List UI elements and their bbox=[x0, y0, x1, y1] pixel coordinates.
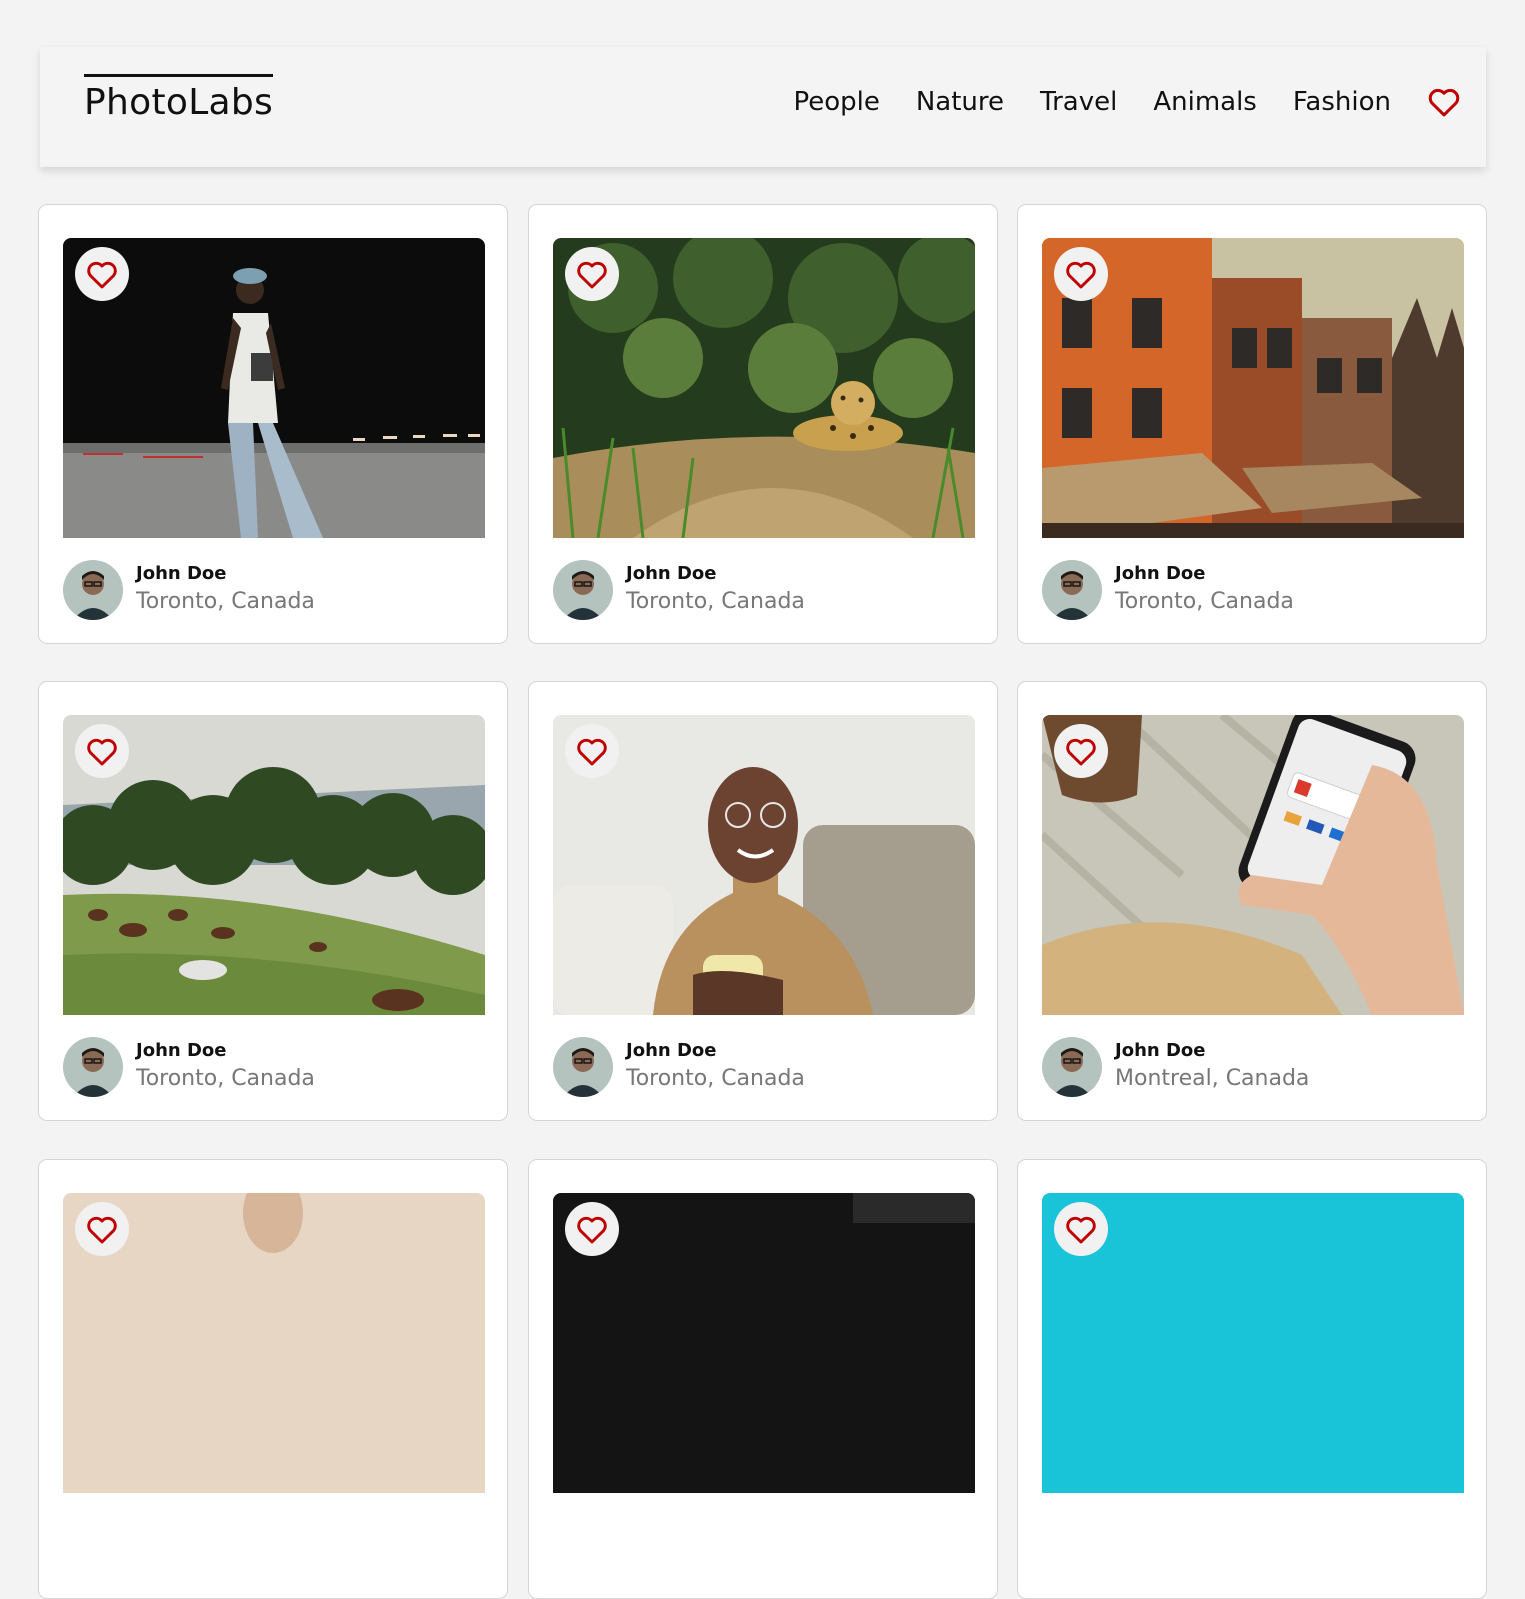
favourite-button[interactable] bbox=[75, 247, 129, 301]
photo-username: John Doe bbox=[136, 1040, 227, 1061]
nav-item-nature[interactable]: Nature bbox=[916, 85, 1004, 119]
favourite-button[interactable] bbox=[565, 724, 619, 778]
photo-location: Toronto, Canada bbox=[626, 1066, 805, 1091]
photo-user-info: John Doe Toronto, Canada bbox=[63, 1037, 315, 1097]
app-logo[interactable]: PhotoLabs bbox=[84, 74, 274, 125]
photo-location: Toronto, Canada bbox=[136, 1066, 315, 1091]
nav-item-fashion[interactable]: Fashion bbox=[1293, 85, 1391, 119]
top-nav-bar: PhotoLabs People Nature Travel Animals F… bbox=[40, 47, 1486, 167]
avatar[interactable] bbox=[553, 560, 613, 620]
photo-username: John Doe bbox=[136, 563, 227, 584]
favourite-button[interactable] bbox=[565, 247, 619, 301]
favourite-button[interactable] bbox=[1054, 724, 1108, 778]
favourite-button[interactable] bbox=[75, 1202, 129, 1256]
photo-image[interactable] bbox=[1042, 715, 1464, 1015]
photo-card[interactable]: John Doe Toronto, Canada bbox=[38, 204, 508, 644]
photo-card[interactable]: John Doe Toronto, Canada bbox=[1017, 204, 1487, 644]
photo-image[interactable] bbox=[553, 715, 975, 1015]
favourite-button[interactable] bbox=[1054, 247, 1108, 301]
photo-username: John Doe bbox=[626, 1040, 717, 1061]
nav-item-travel[interactable]: Travel bbox=[1040, 85, 1117, 119]
photo-location: Toronto, Canada bbox=[626, 589, 805, 614]
favourite-button[interactable] bbox=[565, 1202, 619, 1256]
avatar[interactable] bbox=[553, 1037, 613, 1097]
photo-image[interactable] bbox=[63, 715, 485, 1015]
nav-item-animals[interactable]: Animals bbox=[1153, 85, 1257, 119]
photo-card[interactable]: John Doe Toronto, Canada bbox=[528, 681, 998, 1121]
photo-user-info: John Doe Montreal, Canada bbox=[1042, 1037, 1309, 1097]
photo-image[interactable] bbox=[63, 1193, 485, 1493]
photo-user-info: John Doe Toronto, Canada bbox=[553, 1037, 805, 1097]
heart-icon bbox=[1066, 261, 1096, 288]
avatar[interactable] bbox=[63, 1037, 123, 1097]
photo-card[interactable]: John Doe Toronto, Canada bbox=[38, 681, 508, 1121]
favourite-button[interactable] bbox=[1054, 1202, 1108, 1256]
photo-image[interactable] bbox=[1042, 238, 1464, 538]
heart-icon bbox=[87, 738, 117, 765]
avatar[interactable] bbox=[1042, 560, 1102, 620]
nav-item-people[interactable]: People bbox=[793, 85, 879, 119]
photo-location: Montreal, Canada bbox=[1115, 1066, 1310, 1091]
photo-card[interactable]: John Doe Toronto, Canada bbox=[528, 204, 998, 644]
photo-location: Toronto, Canada bbox=[136, 589, 315, 614]
photo-image[interactable] bbox=[63, 238, 485, 538]
avatar[interactable] bbox=[63, 560, 123, 620]
favourites-heart-icon[interactable] bbox=[1427, 87, 1461, 117]
photo-image[interactable] bbox=[553, 1193, 975, 1493]
favourite-button[interactable] bbox=[75, 724, 129, 778]
photo-username: John Doe bbox=[1115, 1040, 1206, 1061]
avatar[interactable] bbox=[1042, 1037, 1102, 1097]
photo-image[interactable] bbox=[553, 238, 975, 538]
photo-card[interactable] bbox=[38, 1159, 508, 1599]
photo-card[interactable] bbox=[1017, 1159, 1487, 1599]
photo-user-info: John Doe Toronto, Canada bbox=[63, 560, 315, 620]
photo-user-info: John Doe Toronto, Canada bbox=[553, 560, 805, 620]
topic-nav: People Nature Travel Animals Fashion bbox=[793, 85, 1461, 119]
photo-user-info: John Doe Toronto, Canada bbox=[1042, 560, 1294, 620]
photo-location: Toronto, Canada bbox=[1115, 589, 1294, 614]
photo-username: John Doe bbox=[1115, 563, 1206, 584]
heart-icon bbox=[577, 738, 607, 765]
photo-card[interactable] bbox=[528, 1159, 998, 1599]
heart-icon bbox=[577, 261, 607, 288]
heart-icon bbox=[1066, 738, 1096, 765]
photo-image[interactable] bbox=[1042, 1193, 1464, 1493]
photo-card[interactable]: John Doe Montreal, Canada bbox=[1017, 681, 1487, 1121]
photo-username: John Doe bbox=[626, 563, 717, 584]
heart-icon bbox=[87, 261, 117, 288]
